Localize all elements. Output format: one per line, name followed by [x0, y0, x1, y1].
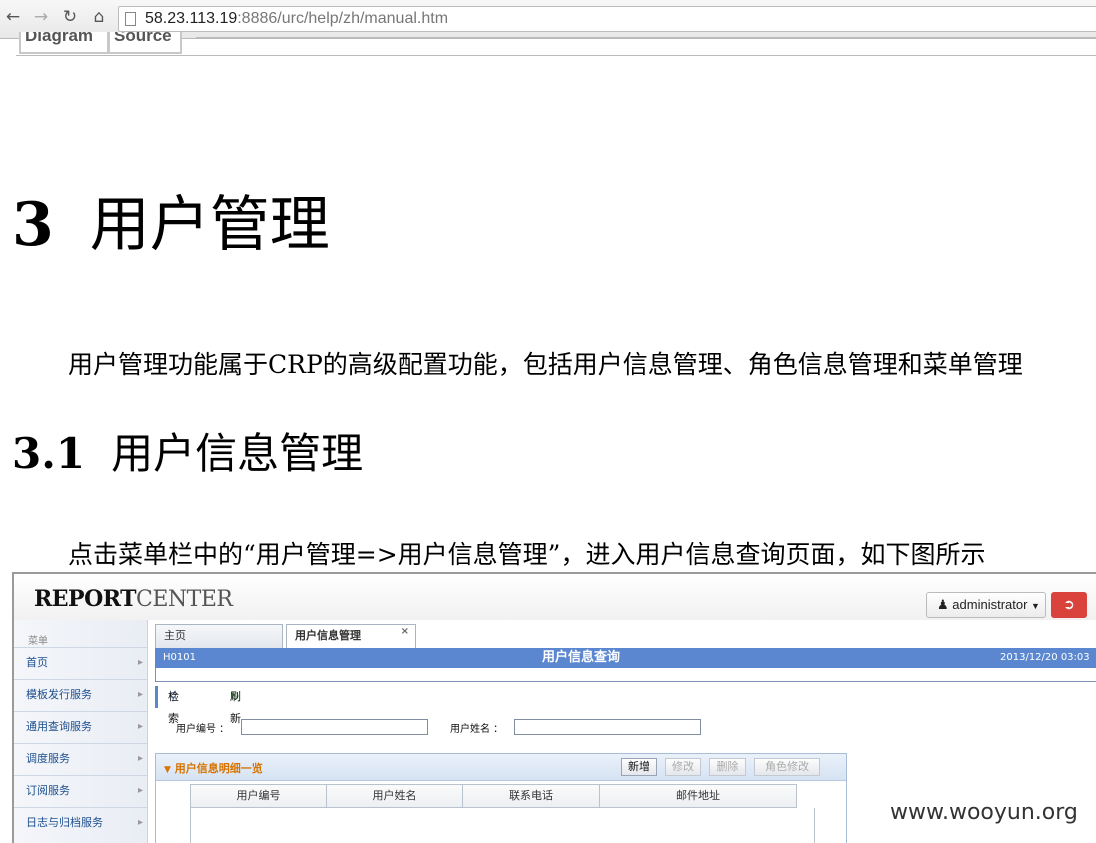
caret-down-icon: ▼: [1031, 601, 1040, 611]
tab-source[interactable]: Source: [108, 32, 182, 54]
page-code: H0101: [163, 652, 196, 663]
add-button[interactable]: 新增: [621, 758, 657, 776]
page-title: 用户信息查询: [542, 650, 621, 665]
user-id-input[interactable]: [241, 719, 428, 735]
menu-label: 菜单: [28, 636, 48, 647]
watermark: www.wooyun.org: [890, 800, 1078, 825]
column-header-phone[interactable]: 联系电话: [463, 784, 600, 808]
chevron-right-icon: ▸: [137, 721, 143, 732]
heading-user-info-management: 3.1 用户信息管理: [12, 428, 363, 480]
logo-report: REPORT: [34, 586, 137, 612]
sidebar-item-label: 通用查询服务: [26, 720, 92, 733]
user-id-label: 用户编号 ：: [176, 724, 230, 735]
instruction-paragraph: 点击菜单栏中的“用户管理=>用户信息管理”，进入用户信息查询页面，如下图所示: [68, 540, 986, 569]
column-header-user-name[interactable]: 用户姓名: [327, 784, 463, 808]
logo-center: CENTER: [136, 587, 233, 612]
forward-arrow-icon[interactable]: →: [30, 6, 52, 28]
sidebar-item-label: 模板发行服务: [26, 688, 92, 701]
title-sub-bar: [155, 668, 1096, 682]
sidebar-item-label: 首页: [26, 656, 48, 669]
page-icon: [125, 12, 136, 26]
sidebar-item-label: 调度服务: [26, 752, 70, 765]
tab-home-label: 主页: [164, 629, 186, 642]
user-grid-panel: ▼ 用户信息明细一览 新增 修改 删除 角色修改 用户编号 用户姓名 联系电话 …: [155, 753, 847, 843]
edit-button[interactable]: 修改: [665, 758, 701, 776]
subheading-number: 3.1: [12, 429, 86, 478]
collapse-arrow-icon[interactable]: ▼: [164, 765, 171, 775]
home-icon[interactable]: ⌂: [88, 6, 110, 28]
user-name: administrator: [952, 597, 1028, 612]
back-arrow-icon[interactable]: ←: [2, 6, 24, 28]
subheading-text: 用户信息管理: [111, 429, 364, 478]
tab-source-label: Source: [114, 32, 172, 45]
column-header-email[interactable]: 邮件地址: [600, 784, 797, 808]
user-name-label: 用户姓名 ：: [450, 724, 504, 735]
sidebar-item-label: 日志与归档服务: [26, 816, 103, 829]
grid-title-text: 用户信息明细一览: [174, 762, 263, 775]
url-text: 58.23.113.19:8886/urc/help/zh/manual.htm: [145, 10, 448, 28]
sidebar-item-home[interactable]: 首页 ▸: [14, 647, 147, 678]
sidebar-item-general-query[interactable]: 通用查询服务 ▸: [14, 711, 147, 742]
app-sidebar: 菜单 首页 ▸ 模板发行服务 ▸ 通用查询服务 ▸ 调度服务 ▸ 订阅服务 ▸ 日志与归档…: [14, 620, 148, 843]
sidebar-item-subscription[interactable]: 订阅服务 ▸: [14, 775, 147, 806]
app-logo: REPORTCENTER: [34, 586, 233, 612]
tab-user-info[interactable]: 用户信息管理 ×: [286, 624, 416, 648]
refresh-label: 刷新: [230, 690, 241, 725]
app-header: REPORTCENTER ♟ administrator ▼ ➲: [14, 574, 1096, 620]
sidebar-item-template-publish[interactable]: 模板发行服务 ▸: [14, 679, 147, 710]
heading-number: 3: [12, 190, 54, 260]
user-menu-button[interactable]: ♟ administrator ▼: [926, 592, 1046, 618]
url-host: 58.23.113.19: [145, 10, 238, 27]
grid-body: [190, 808, 815, 843]
tab-diagram[interactable]: Diagram: [19, 32, 109, 54]
url-path: :8886/urc/help/zh/manual.htm: [237, 10, 449, 27]
tab-home[interactable]: 主页: [155, 624, 283, 648]
page-date: 2013/12/20 03:03: [1000, 652, 1090, 663]
tab-strip-divider: [196, 37, 1096, 53]
grid-header: ▼ 用户信息明细一览 新增 修改 删除 角色修改: [156, 754, 846, 781]
chevron-right-icon: ▸: [137, 657, 143, 668]
column-header-user-id[interactable]: 用户编号: [190, 784, 327, 808]
heading-text: 用户管理: [89, 190, 330, 260]
chevron-right-icon: ▸: [137, 689, 143, 700]
close-icon[interactable]: ×: [401, 621, 409, 643]
heading-user-management: 3 用户管理: [12, 190, 330, 260]
sidebar-item-scheduling[interactable]: 调度服务 ▸: [14, 743, 147, 774]
logout-icon: ➲: [1063, 597, 1075, 613]
intro-paragraph: 用户管理功能属于CRP的高级配置功能，包括用户信息管理、角色信息管理和菜单管理: [68, 350, 1023, 379]
address-bar[interactable]: 58.23.113.19:8886/urc/help/zh/manual.htm: [118, 6, 1096, 32]
grid-title: ▼ 用户信息明细一览: [164, 760, 263, 776]
user-icon: ♟: [937, 597, 949, 612]
chevron-right-icon: ▸: [137, 817, 143, 828]
sidebar-item-label: 订阅服务: [26, 784, 70, 797]
role-edit-button[interactable]: 角色修改: [754, 758, 820, 776]
user-name-input[interactable]: [514, 719, 701, 735]
reload-icon[interactable]: ↻: [59, 6, 81, 28]
logout-button[interactable]: ➲: [1051, 592, 1087, 618]
tab-diagram-label: Diagram: [25, 32, 94, 45]
page-title-bar: H0101 用户信息查询 2013/12/20 03:03: [155, 648, 1096, 668]
chevron-right-icon: ▸: [137, 785, 143, 796]
tab-user-info-label: 用户信息管理: [295, 629, 361, 642]
delete-button[interactable]: 删除: [709, 758, 746, 776]
action-bar: ⚲ 检索 ↻ 刷新: [155, 686, 1096, 725]
doc-tab-strip: Diagram Source: [16, 32, 1096, 56]
chevron-right-icon: ▸: [137, 753, 143, 764]
sidebar-item-log-archive[interactable]: 日志与归档服务 ▸: [14, 807, 147, 838]
